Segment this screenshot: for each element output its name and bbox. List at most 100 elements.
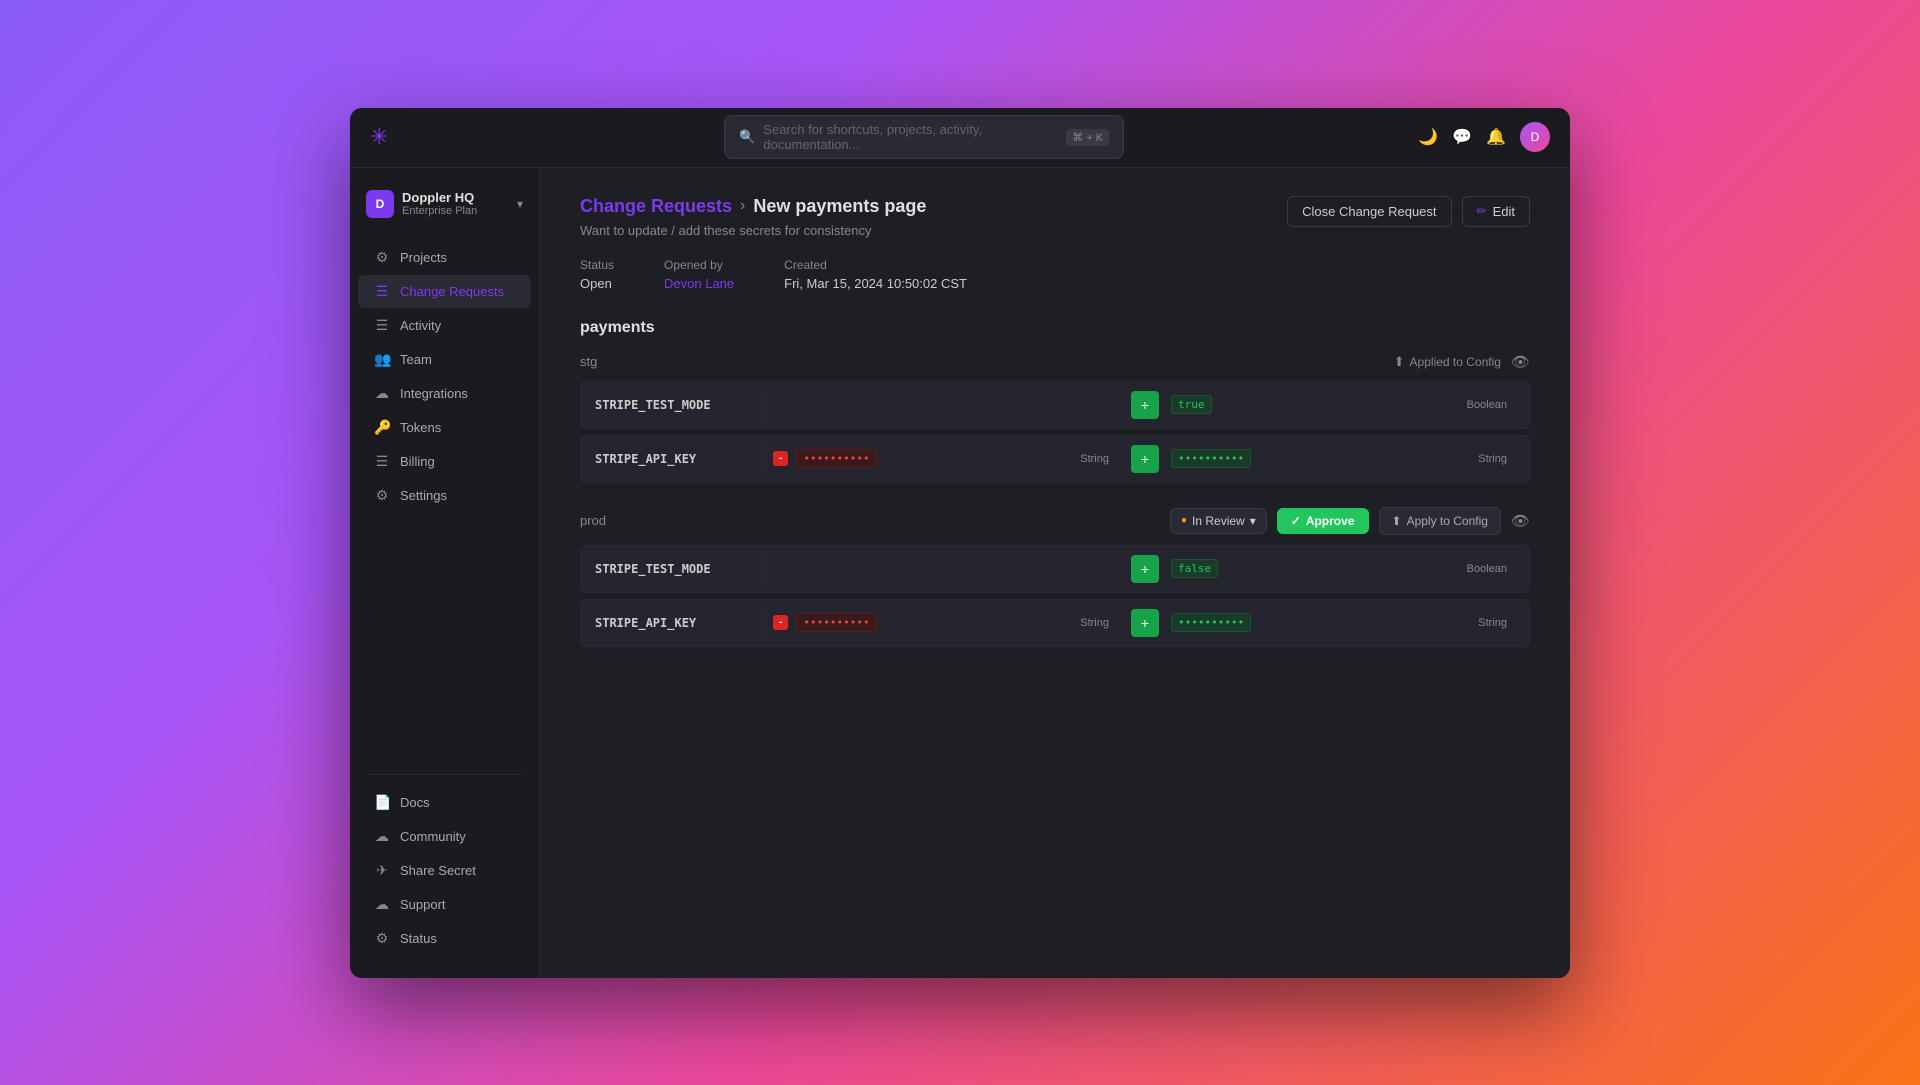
table-row: STRIPE_API_KEY - •••••••••• String + •••… (580, 599, 1530, 647)
approve-button[interactable]: ✓ Approve (1277, 508, 1369, 534)
check-icon: ✓ (1291, 514, 1301, 528)
sidebar-item-share-secret[interactable]: ✈ Share Secret (358, 854, 531, 887)
env-name-stg: stg (580, 354, 597, 369)
old-value-badge: •••••••••• (796, 613, 876, 632)
support-icon: ☁ (374, 896, 390, 913)
chevron-down-icon: ▾ (517, 197, 523, 211)
in-review-dot: ● (1181, 515, 1187, 526)
sidebar-item-support[interactable]: ☁ Support (358, 888, 531, 921)
search-shortcut: ⌘ + K (1066, 129, 1109, 146)
opened-by-value[interactable]: Devon Lane (664, 276, 734, 291)
type-label: String (1478, 617, 1517, 629)
env-section-stg: stg ⬆ Applied to Config 👁 STRIPE_TEST_MO… (580, 353, 1530, 483)
sidebar-item-projects[interactable]: ⚙ Projects (358, 241, 531, 274)
bell-icon[interactable]: 🔔 (1486, 127, 1506, 147)
sidebar-item-tokens[interactable]: 🔑 Tokens (358, 411, 531, 444)
sidebar-item-settings[interactable]: ⚙ Settings (358, 479, 531, 512)
sidebar: D Doppler HQ Enterprise Plan ▾ ⚙ Project… (350, 168, 540, 978)
nav-divider (366, 774, 523, 775)
page-header-left: Change Requests › New payments page Want… (580, 196, 926, 238)
close-change-request-button[interactable]: Close Change Request (1287, 196, 1451, 227)
old-value-cell (761, 397, 1131, 413)
page-title: New payments page (753, 196, 926, 217)
old-value-cell: - •••••••••• String (761, 605, 1131, 640)
chat-icon[interactable]: 💬 (1452, 127, 1472, 147)
breadcrumb-separator: › (740, 197, 745, 215)
workspace-plan: Enterprise Plan (402, 205, 517, 217)
projects-icon: ⚙ (374, 249, 390, 266)
search-bar: 🔍 Search for shortcuts, projects, activi… (430, 115, 1418, 159)
env-header-stg: stg ⬆ Applied to Config 👁 (580, 353, 1530, 371)
integrations-icon: ☁ (374, 385, 390, 402)
workspace-icon: D (366, 190, 394, 218)
team-icon: 👥 (374, 351, 390, 368)
env-name-prod: prod (580, 513, 606, 528)
sidebar-item-community[interactable]: ☁ Community (358, 820, 531, 853)
add-arrow-button[interactable]: + (1131, 555, 1159, 583)
add-arrow-button[interactable]: + (1131, 445, 1159, 473)
meta-section: Status Open Opened by Devon Lane Created… (580, 258, 1530, 291)
avatar[interactable]: D (1520, 122, 1550, 152)
apply-config-label: Apply to Config (1407, 514, 1488, 528)
sidebar-item-label: Projects (400, 250, 447, 265)
status-value: Open (580, 276, 614, 291)
sidebar-item-label: Status (400, 931, 437, 946)
new-value-cell: true Boolean (1159, 387, 1529, 422)
approve-label: Approve (1306, 514, 1355, 528)
eye-icon-stg[interactable]: 👁 (1511, 353, 1530, 371)
search-input-wrapper[interactable]: 🔍 Search for shortcuts, projects, activi… (724, 115, 1124, 159)
add-arrow-button[interactable]: + (1131, 609, 1159, 637)
delete-badge: - (773, 451, 788, 466)
content-area: Change Requests › New payments page Want… (540, 168, 1570, 978)
sidebar-item-docs[interactable]: 📄 Docs (358, 786, 531, 819)
moon-icon[interactable]: 🌙 (1418, 127, 1438, 147)
main-layout: D Doppler HQ Enterprise Plan ▾ ⚙ Project… (350, 168, 1570, 978)
old-value-cell: - •••••••••• String (761, 441, 1131, 476)
change-requests-icon: ☰ (374, 283, 390, 300)
table-row: STRIPE_API_KEY - •••••••••• String + •••… (580, 435, 1530, 483)
share-secret-icon: ✈ (374, 862, 390, 879)
created-value: Fri, Mar 15, 2024 10:50:02 CST (784, 276, 967, 291)
created-label: Created (784, 258, 967, 272)
sidebar-item-integrations[interactable]: ☁ Integrations (358, 377, 531, 410)
secret-key: STRIPE_API_KEY (581, 440, 761, 478)
status-icon: ⚙ (374, 930, 390, 947)
settings-icon: ⚙ (374, 487, 390, 504)
add-arrow-button[interactable]: + (1131, 391, 1159, 419)
topbar: ✳ 🔍 Search for shortcuts, projects, acti… (350, 108, 1570, 168)
sidebar-item-label: Support (400, 897, 446, 912)
created-meta: Created Fri, Mar 15, 2024 10:50:02 CST (784, 258, 967, 291)
env-actions-prod: ● In Review ▾ ✓ Approve ⬆ Apply to Confi… (1170, 507, 1530, 535)
sidebar-item-change-requests[interactable]: ☰ Change Requests (358, 275, 531, 308)
logo-icon: ✳ (370, 124, 388, 150)
page-header: Change Requests › New payments page Want… (580, 196, 1530, 238)
upload-icon: ⬆ (1394, 354, 1405, 370)
status-label: Status (580, 258, 614, 272)
workspace-info: Doppler HQ Enterprise Plan (402, 190, 517, 217)
new-value-cell: false Boolean (1159, 551, 1529, 586)
breadcrumb-link[interactable]: Change Requests (580, 196, 732, 217)
docs-icon: 📄 (374, 794, 390, 811)
workspace-selector[interactable]: D Doppler HQ Enterprise Plan ▾ (350, 182, 539, 226)
applied-config-label: Applied to Config (1410, 355, 1501, 369)
nav-bottom: 📄 Docs ☁ Community ✈ Share Secret ☁ Supp… (350, 785, 539, 964)
status-meta: Status Open (580, 258, 614, 291)
topbar-actions: 🌙 💬 🔔 D (1418, 122, 1550, 152)
search-placeholder-text: Search for shortcuts, projects, activity… (763, 122, 1058, 152)
sidebar-item-status[interactable]: ⚙ Status (358, 922, 531, 955)
apply-to-config-button[interactable]: ⬆ Apply to Config (1379, 507, 1501, 535)
eye-icon-prod[interactable]: 👁 (1511, 512, 1530, 530)
sidebar-item-label: Change Requests (400, 284, 504, 299)
new-value-cell: •••••••••• String (1159, 441, 1529, 476)
type-label: String (1080, 453, 1119, 465)
sidebar-item-activity[interactable]: ☰ Activity (358, 309, 531, 342)
workspace-name: Doppler HQ (402, 190, 517, 205)
edit-button[interactable]: ✏ Edit (1462, 196, 1530, 227)
sidebar-item-label: Activity (400, 318, 441, 333)
type-label: String (1478, 453, 1517, 465)
app-window: ✳ 🔍 Search for shortcuts, projects, acti… (350, 108, 1570, 978)
sidebar-item-team[interactable]: 👥 Team (358, 343, 531, 376)
sidebar-item-billing[interactable]: ☰ Billing (358, 445, 531, 478)
type-label: Boolean (1467, 399, 1517, 411)
in-review-button[interactable]: ● In Review ▾ (1170, 508, 1267, 534)
